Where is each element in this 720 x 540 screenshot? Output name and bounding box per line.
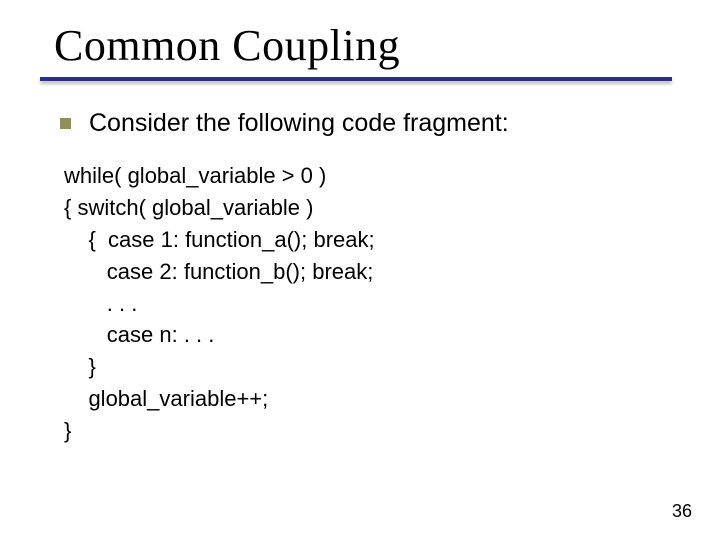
code-line: global_variable++; <box>64 383 720 415</box>
code-line: while( global_variable > 0 ) <box>64 160 720 192</box>
bullet-text: Consider the following code fragment: <box>89 109 509 138</box>
code-line: } <box>64 351 720 383</box>
code-line: case n: . . . <box>64 319 720 351</box>
code-line: { case 1: function_a(); break; <box>64 224 720 256</box>
code-line: . . . <box>64 288 720 320</box>
slide-title: Common Coupling <box>0 20 720 77</box>
code-line: } <box>64 415 720 447</box>
code-fragment: while( global_variable > 0 ) { switch( g… <box>60 160 720 447</box>
page-number: 36 <box>672 501 692 522</box>
square-bullet-icon <box>60 118 71 129</box>
code-line: { switch( global_variable ) <box>64 192 720 224</box>
bullet-item: Consider the following code fragment: <box>60 109 720 138</box>
slide-content: Consider the following code fragment: wh… <box>0 81 720 447</box>
slide: Common Coupling Consider the following c… <box>0 0 720 540</box>
code-line: case 2: function_b(); break; <box>64 256 720 288</box>
